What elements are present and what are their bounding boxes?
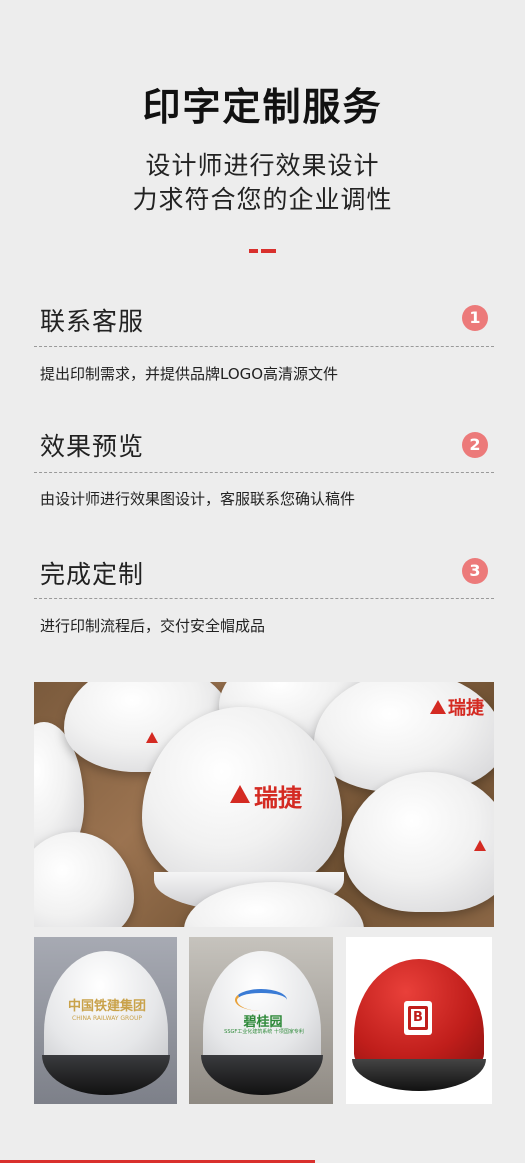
thumb-3-badge: B (404, 1001, 432, 1035)
step-3-divider (34, 598, 494, 599)
helmet-thumb-1: 中国铁建集团 CHINA RAILWAY GROUP (34, 937, 177, 1104)
step-2-title: 效果预览 (40, 432, 145, 461)
thumb-2-logo-text: 碧桂园 (243, 1015, 283, 1030)
step-1-description: 提出印制需求，并提供品牌LOGO高清源文件 (40, 365, 339, 383)
helmets-main-photo: 瑞捷 瑞捷 (34, 682, 494, 927)
main-logo-text: 瑞捷 (254, 783, 302, 812)
helmet-thumb-2: 碧桂园 SSGF工业化建筑系统 十项国家专利 (189, 937, 333, 1104)
step-3-title: 完成定制 (40, 560, 145, 589)
step-2-number-badge: 2 (462, 432, 488, 458)
page-title: 印字定制服务 (142, 85, 383, 129)
step-3-number-badge: 3 (462, 558, 488, 584)
section-divider-mark (249, 249, 276, 253)
step-1-number-badge: 1 (462, 305, 488, 331)
helmet-thumb-3: B (346, 937, 492, 1104)
step-2-divider (34, 472, 494, 473)
thumb-3-badge-letter: B (408, 1006, 428, 1030)
thumb-1-logo-subtext: CHINA RAILWAY GROUP (72, 1015, 142, 1022)
thumb-1-logo-text: 中国铁建集团 (67, 999, 146, 1014)
thumb-2-swoosh-icon (235, 989, 287, 1011)
step-1-divider (34, 346, 494, 347)
step-2-description: 由设计师进行效果图设计，客服联系您确认稿件 (40, 490, 356, 508)
subtitle-line-1: 设计师进行效果设计 (145, 151, 380, 180)
step-1-title: 联系客服 (40, 307, 145, 336)
subtitle-line-2: 力求符合您的企业调性 (132, 185, 393, 214)
thumb-2-logo-subtext: SSGF工业化建筑系统 十项国家专利 (224, 1029, 304, 1035)
main-logo-text-2: 瑞捷 (448, 698, 484, 719)
step-3-description: 进行印制流程后，交付安全帽成品 (40, 617, 266, 635)
